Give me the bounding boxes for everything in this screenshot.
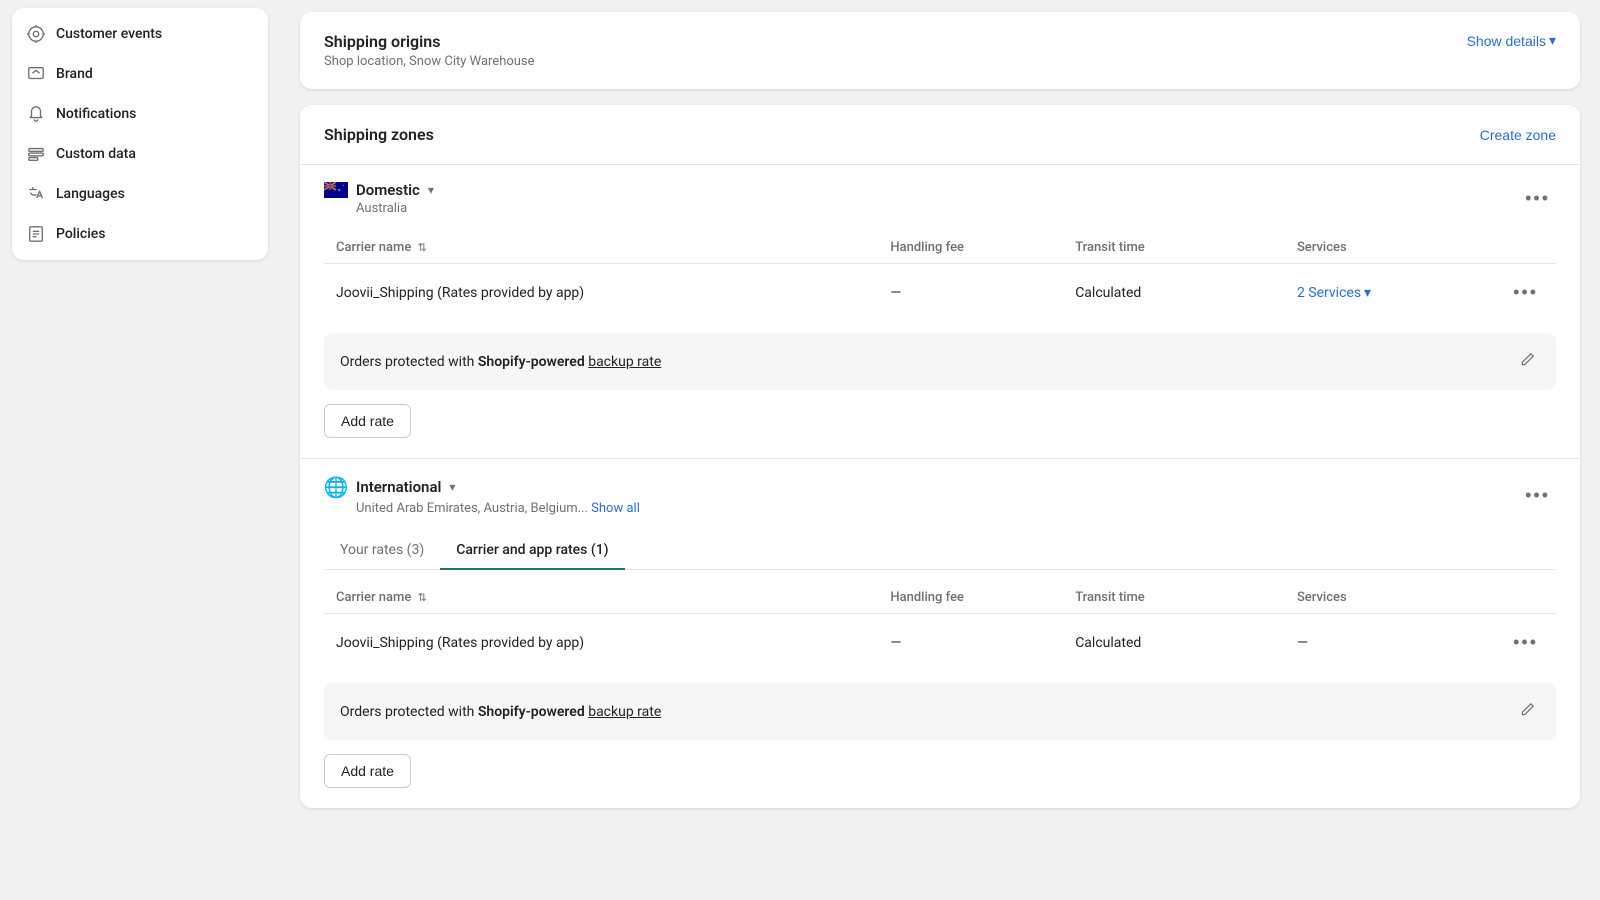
sidebar-item-label-notifications: Notifications [56, 106, 136, 122]
intl-carrier-name: Joovii_Shipping (Rates provided by app) [324, 614, 878, 672]
intl-handling-fee: — [878, 614, 1063, 672]
services-chevron-icon: ▾ [1364, 285, 1371, 301]
international-carrier-table: Carrier name ⇅ Handling fee Transit time… [324, 582, 1556, 671]
zone-international-header: 🌐 International ▾ United Arab Emirates, … [324, 459, 1556, 520]
domestic-th-transit: Transit time [1063, 232, 1285, 264]
create-zone-button[interactable]: Create zone [1480, 127, 1556, 143]
domestic-row-actions: ••• [1470, 264, 1556, 322]
zone-domestic-header: ★ ✦ Domestic ▾ Australia ••• [324, 165, 1556, 220]
intl-services: — [1285, 614, 1470, 672]
intl-row-ellipsis-button[interactable]: ••• [1507, 628, 1544, 657]
chevron-down-icon: ▾ [1549, 32, 1556, 49]
sidebar-item-label-policies: Policies [56, 226, 106, 242]
domestic-services: 2 Services ▾ [1285, 264, 1470, 322]
show-all-countries-link[interactable]: Show all [591, 501, 640, 516]
origins-title: Shipping origins [324, 32, 535, 51]
sidebar-card: Customer events Brand Notifications [12, 8, 268, 260]
tab-your-rates[interactable]: Your rates (3) [324, 532, 440, 570]
domestic-add-rate-button[interactable]: Add rate [324, 404, 411, 438]
sidebar-item-label-languages: Languages [56, 186, 125, 202]
sidebar-item-customer-events[interactable]: Customer events [12, 14, 268, 54]
globe-icon: 🌐 [324, 475, 348, 499]
zone-international-name-block: 🌐 International ▾ United Arab Emirates, … [324, 475, 640, 516]
sidebar-item-brand[interactable]: Brand [12, 54, 268, 94]
domestic-th-carrier-name: Carrier name ⇅ [324, 232, 878, 264]
international-tabs: Your rates (3) Carrier and app rates (1) [324, 532, 1556, 570]
shipping-zones-card: Shipping zones Create zone [300, 105, 1580, 808]
domestic-handling-fee: — [878, 264, 1063, 322]
sort-icon[interactable]: ⇅ [418, 241, 427, 254]
sidebar-item-policies[interactable]: Policies [12, 214, 268, 254]
svg-text:★: ★ [338, 188, 341, 192]
intl-th-actions [1470, 582, 1556, 614]
customer-events-icon [26, 24, 46, 44]
zones-header: Shipping zones Create zone [300, 105, 1580, 164]
intl-backup-rate-edit-button[interactable] [1516, 697, 1540, 726]
intl-th-services: Services [1285, 582, 1470, 614]
custom-data-icon [26, 144, 46, 164]
zone-international-name-row: 🌐 International ▾ [324, 475, 640, 499]
intl-transit-time: Calculated [1063, 614, 1285, 672]
intl-backup-rate-text: Orders protected with Shopify-powered ba… [340, 704, 661, 720]
domestic-zone-chevron[interactable]: ▾ [428, 183, 434, 197]
domestic-th-services: Services [1285, 232, 1470, 264]
zone-domestic: ★ ✦ Domestic ▾ Australia ••• Carrier nam… [300, 164, 1580, 458]
notifications-icon [26, 104, 46, 124]
sidebar-item-label-brand: Brand [56, 66, 93, 82]
origins-header: Shipping origins Shop location, Snow Cit… [300, 12, 1580, 89]
domestic-row-ellipsis-button[interactable]: ••• [1507, 278, 1544, 307]
domestic-zone-name: Domestic [356, 181, 420, 199]
brand-icon [26, 64, 46, 84]
policies-icon [26, 224, 46, 244]
international-zone-name: International [356, 478, 441, 496]
intl-row-actions: ••• [1470, 614, 1556, 672]
intl-backup-rate-link[interactable]: backup rate [588, 704, 661, 720]
main-content: Shipping origins Shop location, Snow Cit… [280, 0, 1600, 900]
domestic-backup-rate-text: Orders protected with Shopify-powered ba… [340, 354, 661, 370]
zone-domestic-name-block: ★ ✦ Domestic ▾ Australia [324, 181, 434, 216]
sidebar-item-label-customer-events: Customer events [56, 26, 162, 42]
domestic-th-handling: Handling fee [878, 232, 1063, 264]
tab-carrier-app-rates[interactable]: Carrier and app rates (1) [440, 532, 624, 570]
origins-subtitle: Shop location, Snow City Warehouse [324, 54, 535, 69]
sidebar: Customer events Brand Notifications [0, 0, 280, 900]
languages-icon [26, 184, 46, 204]
domestic-transit-time: Calculated [1063, 264, 1285, 322]
domestic-services-link[interactable]: 2 Services ▾ [1297, 285, 1458, 301]
intl-th-carrier-name: Carrier name ⇅ [324, 582, 878, 614]
domestic-backup-rate-link[interactable]: backup rate [588, 354, 661, 370]
origins-title-block: Shipping origins Shop location, Snow Cit… [324, 32, 535, 69]
intl-th-transit: Transit time [1063, 582, 1285, 614]
domestic-carrier-table: Carrier name ⇅ Handling fee Transit time… [324, 232, 1556, 321]
intl-th-handling: Handling fee [878, 582, 1063, 614]
international-carrier-row: Joovii_Shipping (Rates provided by app) … [324, 614, 1556, 672]
intl-sort-icon[interactable]: ⇅ [418, 591, 427, 604]
domestic-backup-rate-box: Orders protected with Shopify-powered ba… [324, 333, 1556, 390]
domestic-zone-country: Australia [324, 201, 434, 216]
australia-flag-icon: ★ ✦ [324, 182, 348, 198]
domestic-zone-ellipsis-button[interactable]: ••• [1519, 184, 1556, 213]
zones-title: Shipping zones [324, 125, 434, 144]
domestic-carrier-name: Joovii_Shipping (Rates provided by app) [324, 264, 878, 322]
zone-international: 🌐 International ▾ United Arab Emirates, … [300, 458, 1580, 808]
zone-domestic-name-row: ★ ✦ Domestic ▾ [324, 181, 434, 199]
sidebar-item-languages[interactable]: Languages [12, 174, 268, 214]
shipping-origins-card: Shipping origins Shop location, Snow Cit… [300, 12, 1580, 89]
show-details-button[interactable]: Show details ▾ [1467, 32, 1556, 49]
international-zone-countries: United Arab Emirates, Austria, Belgium..… [324, 501, 640, 516]
international-zone-chevron[interactable]: ▾ [449, 480, 455, 494]
intl-backup-rate-box: Orders protected with Shopify-powered ba… [324, 683, 1556, 740]
international-zone-ellipsis-button[interactable]: ••• [1519, 481, 1556, 510]
sidebar-item-custom-data[interactable]: Custom data [12, 134, 268, 174]
sidebar-item-label-custom-data: Custom data [56, 146, 136, 162]
intl-add-rate-button[interactable]: Add rate [324, 754, 411, 788]
sidebar-item-notifications[interactable]: Notifications [12, 94, 268, 134]
domestic-carrier-row: Joovii_Shipping (Rates provided by app) … [324, 264, 1556, 322]
domestic-backup-rate-edit-button[interactable] [1516, 347, 1540, 376]
domestic-th-actions [1470, 232, 1556, 264]
